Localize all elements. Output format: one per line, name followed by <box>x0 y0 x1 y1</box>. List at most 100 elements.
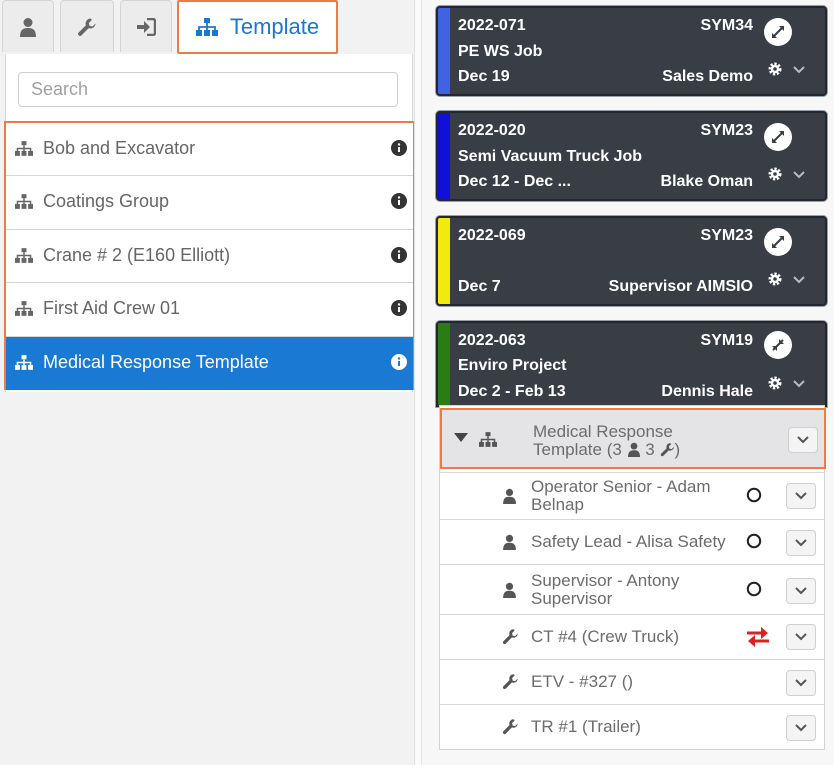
template-item-label: Medical Response Template <box>43 351 269 372</box>
equipment-row[interactable]: TR #1 (Trailer) <box>440 704 824 749</box>
expand-button[interactable] <box>764 123 792 151</box>
equipment-dropdown-button[interactable] <box>786 715 816 741</box>
job-card[interactable]: 2022-069 SYM23 Dec 7 Supervisor AIMSIO <box>436 216 827 306</box>
gear-icon[interactable] <box>767 61 783 77</box>
job-name: Semi Vacuum Truck Job <box>458 148 643 165</box>
job-card[interactable]: 2022-063 SYM19 Enviro Project Dec 2 - Fe… <box>436 321 827 407</box>
equipment-name: TR #1 (Trailer) <box>531 718 741 736</box>
crew-member-name-line1: Supervisor - Antony <box>531 571 680 590</box>
template-item-crane-2[interactable]: Crane # 2 (E160 Elliott) <box>6 230 413 284</box>
template-item-medical-response[interactable]: Medical Response Template <box>6 336 413 390</box>
tab-equipment[interactable] <box>60 0 114 52</box>
template-item-label: Bob and Excavator <box>43 138 196 158</box>
job-person: Dennis Hale <box>661 383 753 400</box>
user-icon <box>503 582 516 598</box>
equipment-dropdown-button[interactable] <box>786 624 816 650</box>
wrench-icon <box>502 674 518 690</box>
member-dropdown-button[interactable] <box>786 578 816 604</box>
template-item-label: Crane # 2 (E160 Elliott) <box>43 244 231 265</box>
wrench-icon <box>78 18 96 36</box>
job-dates: Dec 7 <box>458 278 501 295</box>
crew-member-row[interactable]: Safety Lead - Alisa Safety <box>440 519 824 564</box>
template-item-coatings-group[interactable]: Coatings Group <box>6 176 413 230</box>
swap-icon[interactable] <box>746 626 770 648</box>
tab-login[interactable] <box>120 0 172 52</box>
equipment-row[interactable]: CT #4 (Crew Truck) <box>440 614 824 659</box>
job-dates: Dec 19 <box>458 68 510 85</box>
crew-group-name-line1: Medical Response <box>533 422 673 441</box>
template-item-bob-and-excavator[interactable]: Bob and Excavator <box>6 123 413 177</box>
sitemap-icon <box>15 141 33 156</box>
equipment-name-line1: CT #4 (Crew Truck) <box>531 627 679 646</box>
expand-icon <box>772 26 784 38</box>
expand-icon <box>772 236 784 248</box>
expand-button[interactable] <box>764 228 792 256</box>
chevron-down-icon[interactable] <box>793 380 805 388</box>
job-color-stripe <box>438 323 450 405</box>
chevron-down-icon <box>795 587 807 595</box>
chevron-down-icon[interactable] <box>793 276 805 284</box>
crew-group-name-line2: Template (3 <box>533 440 622 459</box>
job-person: Supervisor AIMSIO <box>608 278 753 295</box>
job-number: 2022-063 <box>458 332 526 349</box>
tab-template[interactable]: Template <box>177 0 338 54</box>
job-name: Enviro Project <box>458 357 567 374</box>
sitemap-icon <box>479 432 497 447</box>
equipment-name-line1: TR #1 (Trailer) <box>531 717 641 736</box>
info-icon[interactable] <box>391 140 407 156</box>
crew-group-dropdown-button[interactable] <box>788 427 818 453</box>
user-icon <box>627 442 640 457</box>
template-item-label: First Aid Crew 01 <box>43 298 181 319</box>
gear-icon[interactable] <box>767 375 783 391</box>
member-dropdown-button[interactable] <box>786 483 816 509</box>
collapse-button[interactable] <box>764 331 792 359</box>
info-icon[interactable] <box>391 353 407 370</box>
job-card[interactable]: 2022-071 SYM34 PE WS Job Dec 19 Sales De… <box>436 6 827 96</box>
panel-splitter[interactable] <box>414 0 422 765</box>
equipment-name-line1: ETV - #327 () <box>531 672 634 691</box>
template-item-first-aid-crew[interactable]: First Aid Crew 01 <box>6 283 413 337</box>
crew-people-count: 3 <box>645 440 655 459</box>
sitemap-icon <box>195 18 218 36</box>
chevron-down-icon[interactable] <box>793 66 805 74</box>
template-item-label: Coatings Group <box>43 191 170 212</box>
tab-bar: Template <box>0 0 415 54</box>
equipment-row[interactable]: ETV - #327 () <box>440 659 824 704</box>
job-code: SYM19 <box>700 332 753 349</box>
info-icon[interactable] <box>391 246 407 263</box>
member-dropdown-button[interactable] <box>786 530 816 556</box>
equipment-dropdown-button[interactable] <box>786 670 816 696</box>
job-color-stripe <box>438 113 450 199</box>
compress-icon <box>772 339 784 351</box>
crew-member-name-line1: Safety Lead - Alisa Safety <box>531 532 726 551</box>
chevron-down-icon[interactable] <box>793 171 805 179</box>
crew-member-name-line2: Supervisor <box>531 589 613 608</box>
crew-member-row[interactable]: Operator Senior - Adam Belnap <box>440 472 824 519</box>
info-icon[interactable] <box>391 300 407 317</box>
chevron-down-icon <box>795 724 807 732</box>
gear-icon[interactable] <box>767 166 783 182</box>
job-board: 2022-071 SYM34 PE WS Job Dec 19 Sales De… <box>422 0 834 765</box>
caret-down-icon[interactable] <box>454 433 468 442</box>
crew-group-header[interactable]: Medical Response Template (3 3 ) <box>440 408 826 469</box>
job-code: SYM23 <box>700 122 753 139</box>
wrench-icon <box>502 629 518 645</box>
search-input[interactable] <box>18 72 398 107</box>
job-card[interactable]: 2022-020 SYM23 Semi Vacuum Truck Job Dec… <box>436 111 827 201</box>
status-circle-icon <box>746 533 762 549</box>
info-icon[interactable] <box>391 193 407 210</box>
expand-icon <box>772 131 784 143</box>
crew-member-name: Supervisor - Antony Supervisor <box>531 572 741 608</box>
status-circle-icon <box>746 487 762 503</box>
template-list: Bob and Excavator Coatings Group Crane #… <box>4 121 415 390</box>
expand-button[interactable] <box>764 18 792 46</box>
user-icon <box>20 17 36 37</box>
tab-people[interactable] <box>2 0 54 52</box>
equipment-name: CT #4 (Crew Truck) <box>531 628 741 646</box>
job-dates: Dec 12 - Dec ... <box>458 173 571 190</box>
wrench-icon <box>660 443 674 457</box>
sign-in-icon <box>137 17 156 36</box>
job-person: Blake Oman <box>660 173 753 190</box>
crew-member-row[interactable]: Supervisor - Antony Supervisor <box>440 564 824 614</box>
gear-icon[interactable] <box>767 271 783 287</box>
